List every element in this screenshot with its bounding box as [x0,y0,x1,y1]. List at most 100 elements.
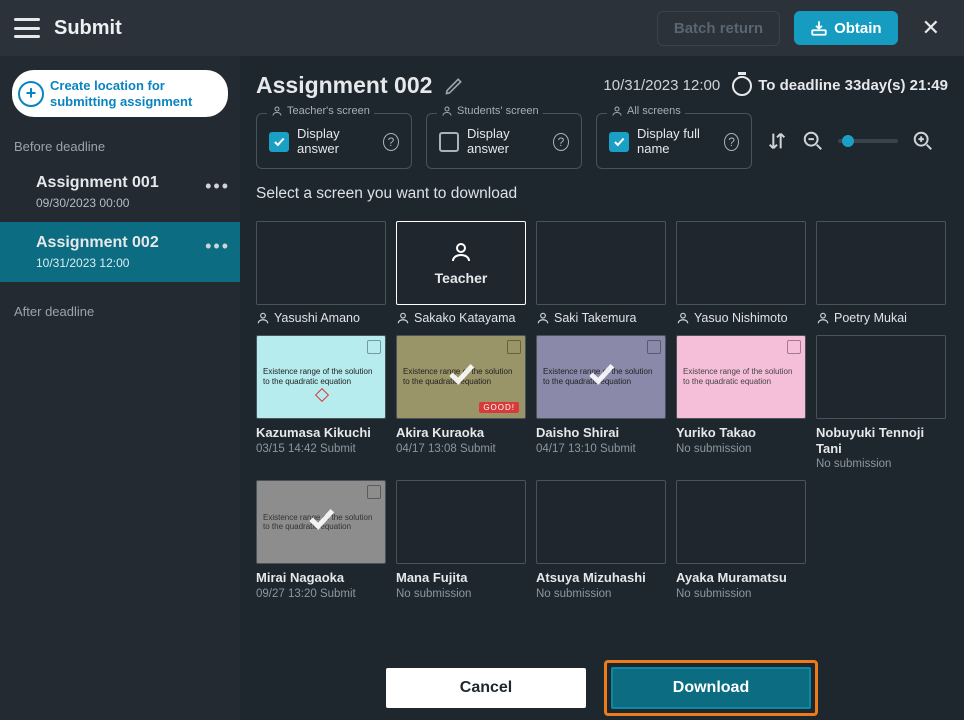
screen-cell[interactable]: Ayaka Muramatsu No submission [676,480,806,600]
check-icon [304,502,338,538]
check-icon [444,357,478,393]
thumbnail [816,221,946,305]
more-icon[interactable]: ••• [205,236,230,257]
assignment-name: Assignment 002 [36,234,226,252]
zoom-out-icon[interactable] [802,130,824,152]
download-button[interactable]: Download [611,667,811,709]
screen-cell[interactable]: Existence range of the solution to the q… [676,335,806,470]
assignment-title: Assignment 002 [256,72,432,99]
submit-info: 04/17 13:08 Submit [396,443,526,455]
screens-grid: Yasushi Amano Teacher Sakako Katayama Sa… [256,221,948,690]
person-icon [676,311,690,325]
screen-cell[interactable]: Existence range of the solution to the q… [256,335,386,470]
deadline-text: To deadline 33day(s) 21:49 [758,77,948,94]
thumbnail [396,480,526,564]
sidebar-assignment-001[interactable]: ••• Assignment 001 09/30/2023 00:00 [0,162,240,222]
person-icon [271,105,283,117]
submit-info: 03/15 14:42 Submit [256,443,386,455]
sidebar: + Create location for submitting assignm… [0,56,240,720]
teacher-badge: Teacher [435,240,488,286]
download-highlight: Download [604,660,818,716]
close-icon[interactable]: ✕ [912,9,950,47]
thumbnail: Teacher [396,221,526,305]
teacher-display-answer-checkbox[interactable] [269,132,289,152]
obtain-label: Obtain [834,20,882,37]
screen-cell-teacher[interactable]: Teacher Sakako Katayama [396,221,526,325]
thumbnail: Existence range of the solution to the q… [256,335,386,419]
create-assignment-label: Create location for submitting assignmen… [50,78,218,109]
help-icon[interactable]: ? [724,133,739,151]
students-screen-panel: Students' screen Display answer ? [426,113,582,169]
corner-badge-icon [507,340,521,354]
person-icon [449,240,473,264]
person-name: Yasuo Nishimoto [694,311,788,325]
submit-info: No submission [816,458,946,470]
note-text: Existence range of the solution to the q… [677,361,805,392]
thumbnail: Existence range of the solution to the q… [256,480,386,564]
screen-cell[interactable]: Nobuyuki Tennoji Tani No submission [816,335,946,470]
assignment-date: 09/30/2023 00:00 [36,196,226,210]
panel-legend: Teacher's screen [267,105,374,117]
person-icon [256,311,270,325]
corner-badge-icon [367,485,381,499]
person-name: Akira Kuraoka [396,425,526,441]
help-icon[interactable]: ? [383,133,399,151]
students-display-answer-checkbox[interactable] [439,132,459,152]
person-icon [441,105,453,117]
screen-cell[interactable]: Existence range of the solution to the q… [536,335,666,470]
screen-cell[interactable]: Poetry Mukai [816,221,946,325]
create-assignment-button[interactable]: + Create location for submitting assignm… [12,70,228,117]
person-icon [396,311,410,325]
person-name: Saki Takemura [554,311,636,325]
menu-icon[interactable] [14,18,40,38]
screen-cell[interactable]: Existence range of the solution to the q… [396,335,526,470]
download-box-icon [810,19,828,37]
good-tag: GOOD! [479,402,519,413]
sort-icon[interactable] [766,130,788,152]
screen-cell[interactable]: Yasushi Amano [256,221,386,325]
submit-info: No submission [396,588,526,600]
display-full-name-checkbox[interactable] [609,132,629,152]
topbar: Submit Batch return Obtain ✕ [0,0,964,56]
person-name: Yuriko Takao [676,425,806,441]
page-title: Submit [54,17,122,40]
submit-info: 09/27 13:20 Submit [256,588,386,600]
person-name: Daisho Shirai [536,425,666,441]
edit-icon[interactable] [444,76,464,96]
zoom-in-icon[interactable] [912,130,934,152]
person-name: Mana Fujita [396,570,526,586]
thumbnail [676,480,806,564]
obtain-button[interactable]: Obtain [794,11,898,45]
person-icon [816,311,830,325]
screen-cell[interactable]: Saki Takemura [536,221,666,325]
sidebar-assignment-002[interactable]: ••• Assignment 002 10/31/2023 12:00 [0,222,240,282]
help-icon[interactable]: ? [553,133,569,151]
deadline-countdown: To deadline 33day(s) 21:49 [732,76,948,96]
batch-return-button[interactable]: Batch return [657,11,780,46]
person-name: Yasushi Amano [274,311,360,325]
person-name: Mirai Nagaoka [256,570,386,586]
more-icon[interactable]: ••• [205,176,230,197]
person-name: Ayaka Muramatsu [676,570,806,586]
submit-info: No submission [676,588,806,600]
thumbnail [676,221,806,305]
corner-badge-icon [367,340,381,354]
display-answer-label: Display answer [297,127,375,157]
corner-badge-icon [647,340,661,354]
person-name: Poetry Mukai [834,311,907,325]
thumbnail: Existence range of the solution to the q… [536,335,666,419]
screen-cell[interactable]: Mana Fujita No submission [396,480,526,600]
zoom-slider[interactable] [838,139,898,143]
download-prompt: Select a screen you want to download [256,185,948,203]
person-name: Nobuyuki Tennoji Tani [816,425,946,456]
screen-cell[interactable]: Existence range of the solution to the q… [256,480,386,600]
submit-info: No submission [536,588,666,600]
cancel-button[interactable]: Cancel [386,668,586,708]
screen-cell[interactable]: Atsuya Mizuhashi No submission [536,480,666,600]
person-name: Sakako Katayama [414,311,515,325]
display-full-name-label: Display full name [637,127,716,157]
thumbnail: Existence range of the solution to the q… [396,335,526,419]
screen-cell[interactable]: Yasuo Nishimoto [676,221,806,325]
thumbnail [536,480,666,564]
main: Assignment 002 10/31/2023 12:00 To deadl… [240,56,964,720]
